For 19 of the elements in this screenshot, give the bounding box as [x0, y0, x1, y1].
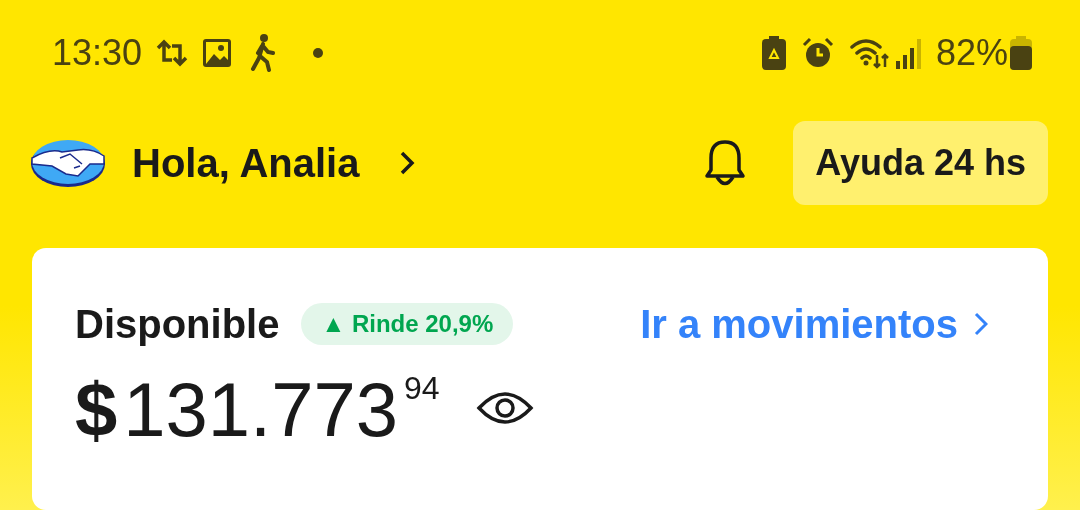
- walking-person-icon: [250, 33, 277, 72]
- battery-saver-icon: [761, 35, 786, 70]
- help-button[interactable]: Ayuda 24 hs: [793, 120, 1048, 205]
- available-label: Disponible: [75, 301, 280, 348]
- movements-link[interactable]: Ir a movimientos: [640, 294, 988, 354]
- currency-symbol: $: [75, 372, 118, 448]
- balance-cents: 94: [404, 372, 440, 404]
- image-icon: [202, 37, 233, 68]
- battery-icon: [1010, 35, 1032, 70]
- alarm-clock-icon: [801, 36, 834, 69]
- wifi-icon: [849, 36, 890, 69]
- greeting-text[interactable]: Hola, Analia: [132, 132, 360, 193]
- status-time: 13:30: [52, 30, 143, 75]
- dot-icon: [312, 46, 325, 59]
- battery-percentage: 82%: [935, 30, 1008, 75]
- yield-badge: ▲ Rinde 20,9%: [301, 303, 514, 345]
- balance-amount: 131.773: [123, 372, 398, 448]
- chevron-right-icon[interactable]: [399, 149, 416, 176]
- signal-icon: [895, 36, 924, 69]
